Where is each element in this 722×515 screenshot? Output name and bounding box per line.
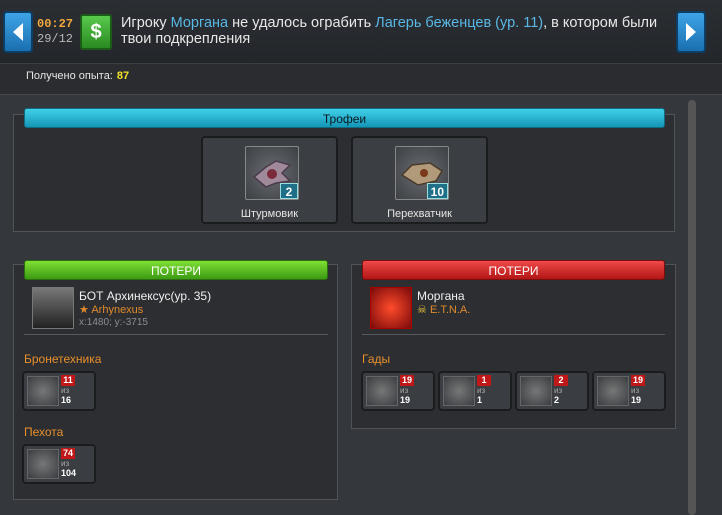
unit-of-label: из: [400, 386, 409, 395]
experience-value: 87: [116, 70, 130, 82]
unit-total-count: 16: [61, 395, 72, 405]
section-title: Гады: [362, 352, 391, 366]
unit-of-label: из: [61, 386, 70, 395]
creature-icon: [366, 376, 398, 406]
unit-total-count: 19: [631, 395, 642, 405]
unit-lost-count: 74: [61, 448, 76, 459]
divider: [362, 334, 665, 335]
alliance-name: Arhynexus: [91, 304, 144, 316]
player-alliance[interactable]: ☠ E.T.N.A.: [417, 303, 470, 316]
arrow-right-icon: [686, 23, 696, 41]
trophy-count: 10: [426, 183, 448, 199]
notification-header: 00:27 29/12 $ Игроку Моргана не удалось …: [0, 0, 722, 64]
report-message: Игроку Моргана не удалось ограбить Лагер…: [121, 15, 669, 47]
unit-lost-count: 11: [61, 375, 75, 386]
arrow-left-icon: [13, 23, 23, 41]
player-name[interactable]: БОТ Архинексус(ур. 35): [79, 289, 211, 303]
star-icon: ★: [79, 304, 89, 316]
message-text: не удалось ограбить: [228, 15, 376, 31]
unit-total-count: 19: [400, 395, 411, 405]
previous-report-button[interactable]: [3, 11, 33, 53]
trophy-card[interactable]: 2 Штурмовик: [201, 136, 338, 224]
interceptor-ship-icon: 10: [395, 146, 449, 200]
unit-card[interactable]: 19 из 19: [592, 371, 666, 411]
report-date: 29/12: [37, 32, 74, 46]
alliance-name: E.T.N.A.: [429, 304, 471, 316]
unit-of-label: из: [631, 386, 640, 395]
attacker-losses-title: ПОТЕРИ: [362, 260, 665, 280]
unit-total-count: 1: [477, 395, 483, 405]
trophy-count: 2: [280, 183, 298, 199]
unit-total-count: 2: [554, 395, 560, 405]
target-link[interactable]: Лагерь беженцев (ур. 11): [375, 15, 543, 31]
trophy-label: Перехватчик: [387, 208, 452, 220]
experience-label: Получено опыта:: [26, 70, 113, 82]
unit-card[interactable]: 1 из 1: [438, 371, 512, 411]
creature-icon: [520, 376, 552, 406]
trophies-panel: [13, 114, 675, 232]
defender-losses-title: ПОТЕРИ: [24, 260, 328, 280]
morgana-avatar[interactable]: [370, 287, 412, 329]
divider: [24, 334, 328, 335]
unit-card[interactable]: 19 из 19: [361, 371, 435, 411]
unit-of-label: из: [61, 459, 70, 468]
unit-card[interactable]: 11 из 16: [22, 371, 96, 411]
trophies-title: Трофеи: [24, 108, 665, 128]
unit-lost-count: 2: [554, 375, 568, 386]
player-coordinates[interactable]: x:1480; y:-3715: [79, 317, 148, 328]
unit-lost-count: 19: [631, 375, 646, 386]
section-title: Пехота: [24, 425, 64, 439]
report-time: 00:27: [37, 17, 74, 31]
player-link[interactable]: Моргана: [171, 15, 228, 31]
unit-card[interactable]: 2 из 2: [515, 371, 589, 411]
bot-avatar[interactable]: [32, 287, 74, 329]
next-report-button[interactable]: [676, 11, 706, 53]
unit-lost-count: 19: [400, 375, 415, 386]
skull-icon: ☠: [417, 304, 427, 316]
creature-icon: [443, 376, 475, 406]
money-icon: $: [80, 14, 112, 50]
section-title: Бронетехника: [24, 352, 102, 366]
unit-lost-count: 1: [477, 375, 491, 386]
trophy-card[interactable]: 10 Перехватчик: [351, 136, 488, 224]
unit-total-count: 104: [61, 468, 77, 478]
infantry-icon: [27, 449, 59, 479]
stormtrooper-ship-icon: 2: [245, 146, 299, 200]
experience-row: Получено опыта: 87: [26, 70, 129, 82]
vehicle-icon: [27, 376, 59, 406]
creature-icon: [597, 376, 629, 406]
player-name[interactable]: Моргана: [417, 289, 465, 303]
unit-card[interactable]: 74 из 104: [22, 444, 96, 484]
unit-of-label: из: [554, 386, 563, 395]
trophy-label: Штурмовик: [240, 208, 299, 220]
player-alliance[interactable]: ★ Arhynexus: [79, 303, 143, 316]
unit-of-label: из: [477, 386, 486, 395]
message-text: Игроку: [121, 15, 171, 31]
scrollbar[interactable]: [688, 100, 696, 515]
